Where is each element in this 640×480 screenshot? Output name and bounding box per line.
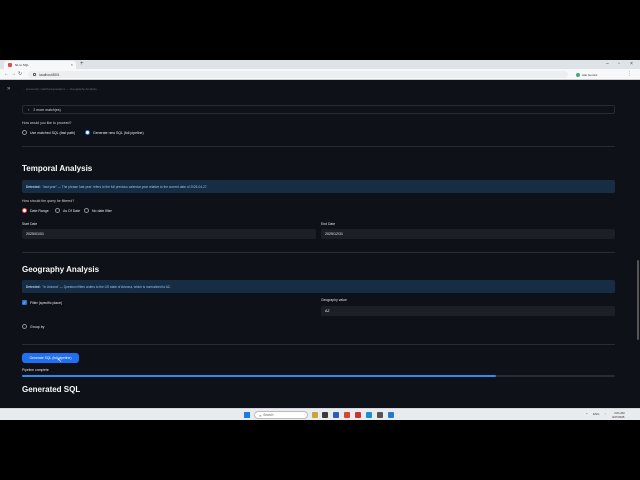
app-icon[interactable] xyxy=(377,412,383,418)
chevron-right-icon: › xyxy=(28,107,30,112)
geography-info-box: Detected: "in Arizona" — Question filter… xyxy=(22,280,615,293)
checkbox-label: Filter (specific place) xyxy=(30,300,63,305)
search-placeholder: Search xyxy=(263,413,274,417)
group-by-toggle[interactable]: Group by xyxy=(22,324,44,329)
start-date-input[interactable]: 2025/01/01 xyxy=(22,229,316,239)
radio-label: No date filter xyxy=(92,208,112,213)
search-icon: ⌕ xyxy=(259,412,262,418)
tray-chevron-icon[interactable]: ^ xyxy=(586,412,587,416)
streamlit-app: » … previously matched questions — Geogr… xyxy=(0,80,640,408)
radio-generate-new[interactable]: Generate new SQL (full pipeline) xyxy=(85,130,144,135)
widgets-icon[interactable] xyxy=(312,412,318,418)
gemini-icon xyxy=(576,72,580,77)
progress-label: Pipeline complete xyxy=(22,368,49,372)
url-text: localhost:8501 xyxy=(39,72,60,77)
taskbar: ⌕ Search ^ ENG ◔ 2:01 AM 4/27/2026 xyxy=(0,408,640,420)
app-icon[interactable] xyxy=(344,412,350,418)
streamlit-favicon-icon xyxy=(8,63,12,67)
divider xyxy=(22,252,615,253)
start-date-label: Start Date xyxy=(22,222,38,226)
divider xyxy=(22,344,615,345)
minimize-icon[interactable]: – xyxy=(606,61,609,68)
radio-label: Generate new SQL (full pipeline) xyxy=(93,130,144,135)
info-text: "in Arizona" — Question filters orders t… xyxy=(42,284,171,289)
browser-tab-bar: NL to SQL × + – ▫ × xyxy=(0,60,640,69)
radio-selected-icon xyxy=(22,208,27,213)
mouse-pointer-icon: ↖ xyxy=(57,358,63,364)
info-text: "last year" — The phrase 'last year' ref… xyxy=(42,184,208,189)
radio-date-range[interactable]: Date Range xyxy=(22,208,49,213)
end-date-label: End Date xyxy=(321,222,336,226)
back-icon[interactable]: ← xyxy=(4,71,9,78)
screen: NL to SQL × + – ▫ × ← → ↻ localhost:8501… xyxy=(0,60,640,420)
geography-value-input[interactable]: AZ xyxy=(321,306,615,316)
radio-label: As Of Date xyxy=(63,208,81,213)
wifi-icon[interactable]: ◔ xyxy=(604,412,606,416)
radio-icon xyxy=(55,208,60,213)
sidebar-expand-icon[interactable]: » xyxy=(7,86,10,92)
language-indicator[interactable]: ENG xyxy=(593,412,600,416)
url-field[interactable]: localhost:8501 xyxy=(28,71,568,78)
checkbox-checked-icon: ✓ xyxy=(22,300,27,305)
end-date-input[interactable]: 2025/12/31 xyxy=(321,229,615,239)
clock-date: 4/27/2026 xyxy=(612,415,625,419)
new-tab-icon[interactable]: + xyxy=(80,61,84,68)
address-bar: ← → ↻ localhost:8501 Ask Gemini ⋮ xyxy=(0,69,640,80)
ask-gemini-button[interactable]: Ask Gemini xyxy=(576,71,597,78)
maximize-icon[interactable]: ▫ xyxy=(618,61,620,68)
file-explorer-icon[interactable] xyxy=(333,412,339,418)
expander-label: 2 more match(es) xyxy=(33,107,61,112)
edge-icon[interactable] xyxy=(366,412,372,418)
profile-label: Ask Gemini xyxy=(582,72,598,77)
temporal-info-box: Detected: "last year" — The phrase 'last… xyxy=(22,180,615,193)
progress-fill xyxy=(22,375,497,377)
radio-selected-icon xyxy=(85,130,90,135)
info-prefix: Detected: xyxy=(26,184,41,189)
radio-as-of-date[interactable]: As Of Date xyxy=(55,208,80,213)
matches-expander[interactable]: › 2 more match(es) xyxy=(22,105,615,114)
proceed-question: How would you like to proceed? xyxy=(22,121,72,125)
filter-checkbox[interactable]: ✓ Filter (specific place) xyxy=(22,300,62,305)
tab-title: NL to SQL xyxy=(15,63,29,67)
radio-icon xyxy=(84,208,89,213)
radio-no-date-filter[interactable]: No date filter xyxy=(84,208,112,213)
close-tab-icon[interactable]: × xyxy=(71,63,73,67)
info-prefix: Detected: xyxy=(26,284,41,289)
forward-icon[interactable]: → xyxy=(11,71,16,78)
taskbar-search[interactable]: ⌕ Search xyxy=(254,411,308,419)
geography-value-label: Geography value xyxy=(321,298,347,302)
taskbar-clock[interactable]: 2:01 AM 4/27/2026 xyxy=(612,411,624,419)
temporal-heading: Temporal Analysis xyxy=(22,164,93,173)
reload-icon[interactable]: ↻ xyxy=(18,71,22,78)
generate-sql-button[interactable]: Generate SQL (full pipeline) xyxy=(22,353,79,363)
faded-top-text: … previously matched questions — Geograp… xyxy=(22,87,101,91)
radio-use-matched[interactable]: Use matched SQL (fast path) xyxy=(22,130,75,135)
page-scrollbar[interactable] xyxy=(637,260,639,340)
windows-start-icon[interactable] xyxy=(244,412,250,418)
menu-icon[interactable]: ⋮ xyxy=(627,71,632,78)
close-window-icon[interactable]: × xyxy=(630,61,633,68)
radio-label: Date Range xyxy=(30,208,49,213)
checkbox-unchecked-icon xyxy=(22,324,27,329)
browser-tab[interactable]: NL to SQL × xyxy=(4,61,76,69)
checkbox-label: Group by xyxy=(30,324,45,329)
radio-label: Use matched SQL (fast path) xyxy=(30,130,76,135)
task-view-icon[interactable] xyxy=(322,412,328,418)
generated-sql-heading: Generated SQL xyxy=(22,385,81,394)
geography-heading: Geography Analysis xyxy=(22,265,100,274)
site-info-icon[interactable] xyxy=(33,73,36,76)
vscode-icon[interactable] xyxy=(388,412,394,418)
filter-question: How should the query be filtered? xyxy=(22,199,75,203)
radio-icon xyxy=(22,130,27,135)
divider xyxy=(22,146,615,147)
progress-bar xyxy=(22,375,615,377)
app-icon[interactable] xyxy=(355,412,361,418)
